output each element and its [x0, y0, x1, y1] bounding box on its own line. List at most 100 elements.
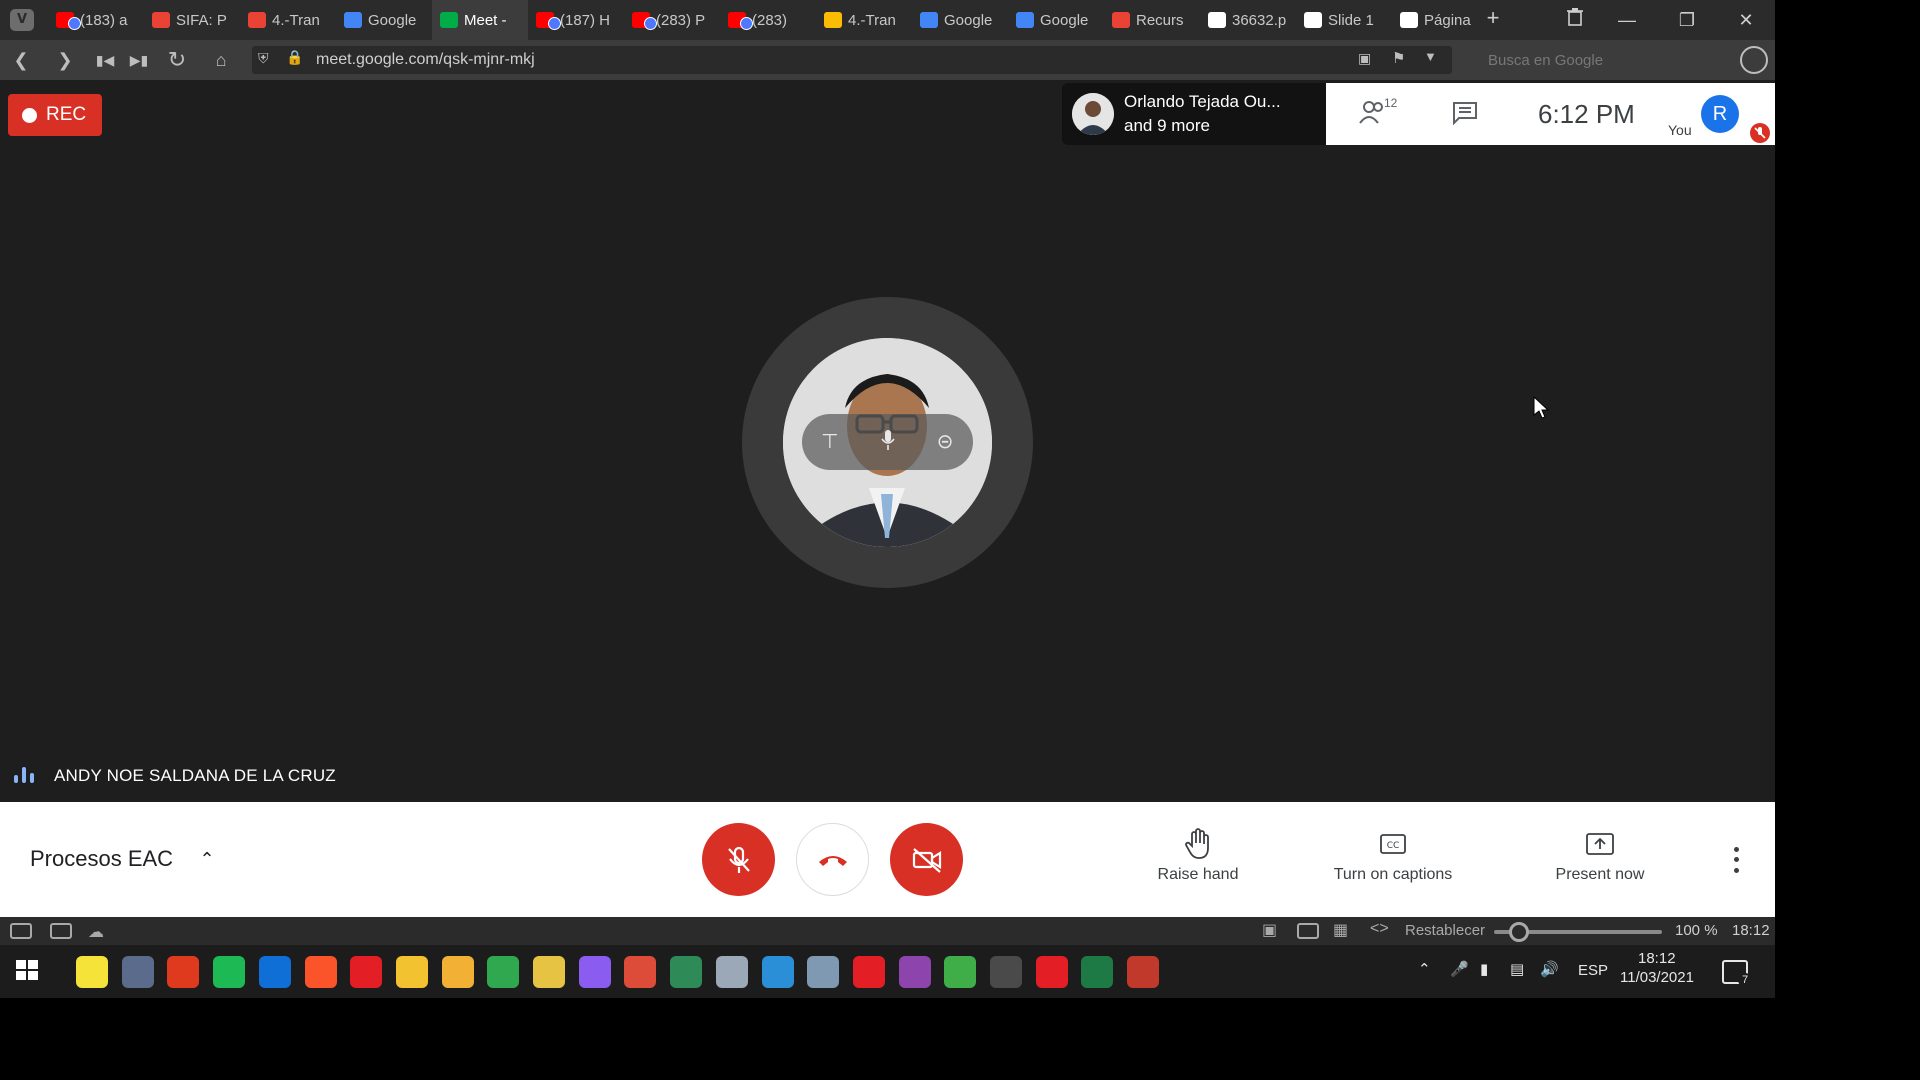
taskbar-app-icon[interactable] — [213, 956, 246, 988]
taskbar-app-icon[interactable] — [715, 956, 748, 988]
remove-icon[interactable]: ⊝ — [932, 429, 958, 455]
page-actions-icon[interactable]: <> — [1370, 920, 1389, 938]
profile-icon[interactable] — [1740, 46, 1768, 74]
home-icon[interactable]: ⌂ — [208, 48, 234, 72]
camera-off-icon — [912, 847, 941, 873]
present-now-button[interactable]: Present now — [1520, 826, 1680, 892]
taskbar-app-icon[interactable] — [1081, 956, 1114, 988]
taskbar-app-icon[interactable] — [167, 956, 200, 988]
captions-button[interactable]: CC Turn on captions — [1313, 826, 1473, 892]
taskbar-app-icon[interactable] — [944, 956, 977, 988]
browser-tab[interactable]: Google — [1008, 0, 1104, 40]
present-screen-icon — [1520, 826, 1680, 862]
taskbar-app-icon[interactable] — [304, 956, 337, 988]
network-icon[interactable]: ▤ — [1510, 960, 1524, 978]
taskbar-app-icon[interactable] — [670, 956, 703, 988]
taskbar-app-icon[interactable] — [258, 956, 291, 988]
volume-icon[interactable]: 🔊 — [1540, 960, 1559, 978]
reload-icon[interactable]: ↻ — [164, 48, 190, 72]
browser-tab[interactable]: Slide 1 — [1296, 0, 1392, 40]
restore-button[interactable]: ❐ — [1672, 8, 1702, 32]
self-avatar[interactable]: R — [1701, 95, 1739, 133]
taskbar-app-icon[interactable] — [807, 956, 840, 988]
browser-tab[interactable]: (183) a — [48, 0, 144, 40]
chevron-up-icon[interactable]: ⌃ — [196, 846, 218, 872]
taskbar-app-icon[interactable] — [852, 956, 885, 988]
browser-tab[interactable]: Google — [336, 0, 432, 40]
tab-label: 4.-Tran — [848, 11, 896, 29]
browser-tab[interactable]: 4.-Tran — [240, 0, 336, 40]
mic-icon[interactable] — [875, 429, 901, 455]
taskbar-app-icon[interactable] — [898, 956, 931, 988]
leave-call-button[interactable] — [796, 823, 869, 896]
taskbar-app-icon[interactable] — [761, 956, 794, 988]
taskbar-app-icon[interactable] — [76, 956, 108, 988]
browser-tab[interactable]: Recurs — [1104, 0, 1200, 40]
browser-tab[interactable]: Página — [1392, 0, 1488, 40]
browser-tab[interactable]: (283) P — [624, 0, 720, 40]
taskbar-time[interactable]: 18:12 — [1638, 950, 1676, 967]
browser-tab[interactable]: 4.-Tran — [816, 0, 912, 40]
panel-toggle-icon[interactable] — [10, 923, 32, 939]
image-toggle-icon[interactable]: ▦ — [1333, 920, 1348, 940]
browser-tab[interactable]: SIFA: P — [144, 0, 240, 40]
tab-label: SIFA: P — [176, 11, 227, 29]
meeting-title[interactable]: Procesos EAC — [30, 846, 173, 872]
back-icon[interactable]: ❮ — [8, 48, 34, 72]
camera-permission-icon[interactable]: ▣ — [1358, 50, 1371, 67]
tray-chevron-icon[interactable]: ⌃ — [1418, 960, 1431, 978]
vivaldi-menu-icon[interactable]: V — [10, 9, 34, 31]
rewind-icon[interactable]: ▮◀ — [92, 48, 118, 72]
taskbar-app-icon[interactable] — [441, 956, 474, 988]
taskbar-app-icon[interactable] — [1035, 956, 1068, 988]
browser-tab[interactable]: 36632.p — [1200, 0, 1296, 40]
taskbar-app-icon[interactable] — [624, 956, 657, 988]
tab-tiling-icon[interactable] — [50, 923, 72, 939]
browser-tab-bar: V (183) a SIFA: P 4.-Tran Google Meet - (187)… — [0, 0, 1775, 40]
close-window-button[interactable]: ✕ — [1731, 8, 1761, 32]
new-tab-button[interactable]: + — [1478, 6, 1508, 30]
browser-tab[interactable]: Google — [912, 0, 1008, 40]
chat-icon[interactable] — [1452, 101, 1478, 130]
meeting-clock: 6:12 PM — [1538, 99, 1635, 129]
browser-tab[interactable]: (283) — [720, 0, 816, 40]
browser-tab[interactable]: Meet - — [432, 0, 528, 40]
taskbar-app-icon[interactable] — [487, 956, 520, 988]
camera-toggle-button[interactable] — [890, 823, 963, 896]
taskbar-date[interactable]: 11/03/2021 — [1620, 969, 1694, 986]
windows-start-icon[interactable] — [14, 958, 48, 986]
microphone-toggle-button[interactable] — [702, 823, 775, 896]
taskbar-app-icon[interactable] — [121, 956, 154, 988]
browser-tab[interactable]: (187) H — [528, 0, 624, 40]
youtube-icon — [632, 12, 657, 30]
address-dropdown-icon[interactable]: ▼ — [1424, 49, 1437, 64]
raise-hand-button[interactable]: Raise hand — [1118, 826, 1278, 892]
battery-icon[interactable]: ▮ — [1480, 960, 1488, 978]
sync-cloud-icon[interactable]: ☁ — [88, 922, 104, 942]
tab-label: 36632.p — [1232, 11, 1287, 29]
forward-icon[interactable]: ❯ — [52, 48, 78, 72]
microphone-tray-icon[interactable]: 🎤 — [1450, 960, 1469, 978]
taskbar-app-icon[interactable] — [533, 956, 565, 988]
tab-list: (183) a SIFA: P 4.-Tran Google Meet - (187) H… — [48, 0, 1488, 40]
taskbar-app-icon[interactable] — [395, 956, 428, 988]
language-indicator[interactable]: ESP — [1578, 962, 1608, 979]
tab-label: (283) P — [656, 11, 706, 29]
taskbar-app-icon[interactable] — [990, 956, 1022, 988]
reset-zoom-button[interactable]: Restablecer — [1405, 922, 1485, 939]
capture-icon[interactable]: ▣ — [1262, 920, 1277, 940]
fast-forward-icon[interactable]: ▶▮ — [126, 48, 152, 72]
minimize-button[interactable]: — — [1612, 8, 1642, 32]
taskbar-app-icon[interactable] — [578, 956, 611, 988]
presenter-chip[interactable]: Orlando Tejada Ou... and 9 more — [1062, 83, 1326, 145]
trash-icon[interactable] — [1560, 8, 1590, 32]
more-options-icon[interactable] — [1724, 844, 1748, 876]
taskbar-app-icon[interactable] — [1127, 956, 1160, 988]
page-tiling-icon[interactable] — [1297, 923, 1319, 939]
notification-badge-icon — [68, 17, 81, 30]
url-text[interactable]: meet.google.com/qsk-mjnr-mkj — [316, 51, 535, 69]
taskbar-app-icon[interactable] — [350, 956, 383, 988]
pin-icon[interactable]: ⊤ — [817, 429, 843, 455]
captions-icon: CC — [1313, 826, 1473, 862]
bookmark-icon[interactable]: ⚑ — [1392, 49, 1405, 67]
